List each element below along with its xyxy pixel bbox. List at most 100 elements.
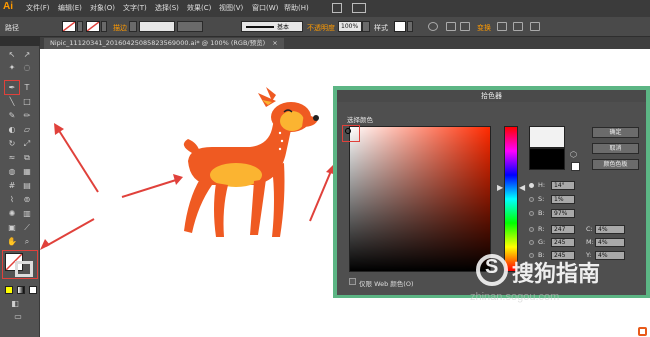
opacity-label[interactable]: 不透明度: [307, 23, 335, 33]
rectangle-tool-icon[interactable]: □: [22, 97, 32, 107]
transform-label[interactable]: 变换: [477, 23, 491, 33]
column-graph-tool-icon[interactable]: ▥: [22, 209, 32, 219]
screen-mode-icon[interactable]: ▭: [13, 312, 23, 322]
line-segment-tool-icon[interactable]: ╲: [7, 97, 17, 107]
pencil-tool-icon[interactable]: ✏: [22, 111, 32, 121]
direct-selection-tool-icon[interactable]: ↗: [22, 50, 32, 60]
menu-view[interactable]: 视图(V): [219, 3, 243, 13]
pen-tool-icon[interactable]: ✒: [7, 83, 17, 93]
stroke-color-box[interactable]: [15, 261, 33, 277]
variable-width-dropdown[interactable]: [177, 21, 203, 32]
hue-pointer-right-icon[interactable]: ▶: [519, 183, 525, 192]
scale-tool-icon[interactable]: ⤢: [22, 139, 32, 149]
toolbox-title-bar[interactable]: [0, 37, 40, 46]
isolate-icon[interactable]: [513, 22, 523, 31]
zoom-tool-icon[interactable]: ⌕: [22, 237, 32, 247]
h-radio[interactable]: [529, 183, 534, 188]
toolbox: ↖ ↗ ✦ ◌ ✒ T ╲ □ ✎ ✏ ◐ ▱ ↻ ⤢ ≈ ⧉ ◍ ▦ # ▤ …: [0, 37, 40, 337]
transform-options-icon[interactable]: [497, 22, 507, 31]
rotate-tool-icon[interactable]: ↻: [7, 139, 17, 149]
shape-builder-tool-icon[interactable]: ◍: [7, 167, 17, 177]
perspective-grid-tool-icon[interactable]: ▦: [22, 167, 32, 177]
slice-tool-icon[interactable]: ⟋: [22, 223, 32, 233]
r-field[interactable]: 247: [551, 225, 575, 234]
hand-tool-icon[interactable]: ✋: [7, 237, 17, 247]
none-mode-icon[interactable]: [29, 286, 37, 294]
b-label: B:: [538, 209, 545, 217]
color-mode-icon[interactable]: [5, 286, 13, 294]
menu-type[interactable]: 文字(T): [123, 3, 147, 13]
graphic-style-dropdown[interactable]: [407, 21, 413, 32]
saturation-brightness-field[interactable]: [349, 126, 491, 272]
free-transform-tool-icon[interactable]: ⧉: [22, 153, 32, 163]
type-tool-icon[interactable]: T: [22, 83, 32, 93]
bridge-icon[interactable]: [332, 3, 342, 13]
selection-tool-icon[interactable]: ↖: [7, 50, 17, 60]
blob-brush-tool-icon[interactable]: ◐: [7, 125, 17, 135]
app-logo: Ai: [3, 1, 13, 12]
panel-menu-icon[interactable]: [530, 22, 540, 31]
eyedropper-tool-icon[interactable]: ⌇: [7, 195, 17, 205]
menu-window[interactable]: 窗口(W): [252, 3, 278, 13]
symbol-sprayer-tool-icon[interactable]: ✺: [7, 209, 17, 219]
opacity-dropdown[interactable]: [362, 21, 370, 32]
cancel-button[interactable]: 取消: [592, 143, 639, 154]
web-colors-only-checkbox[interactable]: [349, 278, 356, 285]
new-color-swatch: [529, 126, 565, 148]
c-field[interactable]: 4%: [595, 225, 625, 234]
width-tool-icon[interactable]: ≈: [7, 153, 17, 163]
stroke-swatch[interactable]: [86, 21, 100, 32]
document-tab-title: Nipic_11120341_20160425085823569000.ai* …: [50, 39, 266, 47]
recolor-icon[interactable]: [428, 22, 438, 31]
stroke-weight-field[interactable]: [139, 21, 175, 32]
web-safe-cube-icon[interactable]: ⬡: [570, 150, 577, 159]
menu-object[interactable]: 对象(O): [90, 3, 115, 13]
lasso-tool-icon[interactable]: ◌: [22, 63, 32, 73]
align-icon[interactable]: [446, 22, 456, 31]
color-swatches-button[interactable]: 颜色色板: [592, 159, 639, 170]
ok-button[interactable]: 确定: [592, 127, 639, 138]
gradient-tool-icon[interactable]: ▤: [22, 181, 32, 191]
eraser-tool-icon[interactable]: ▱: [22, 125, 32, 135]
menu-select[interactable]: 选择(S): [155, 3, 179, 13]
menu-file[interactable]: 文件(F): [26, 3, 50, 13]
deer-illustration[interactable]: [183, 87, 319, 237]
opacity-field[interactable]: 100%: [338, 21, 362, 32]
artboard-tool-icon[interactable]: ▣: [7, 223, 17, 233]
s-field[interactable]: 1%: [551, 195, 575, 204]
fill-dropdown[interactable]: [77, 21, 83, 32]
close-tab-icon[interactable]: ×: [272, 39, 277, 47]
arrange-documents-icon[interactable]: [352, 3, 366, 13]
web-safe-color-square[interactable]: [571, 162, 580, 171]
stroke-label[interactable]: 描边: [113, 23, 127, 33]
magic-wand-tool-icon[interactable]: ✦: [7, 63, 17, 73]
b-radio[interactable]: [529, 211, 534, 216]
menu-edit[interactable]: 编辑(E): [58, 3, 82, 13]
g-field[interactable]: 245: [551, 238, 575, 247]
hue-pointer-left-icon[interactable]: ▶: [497, 183, 503, 192]
distribute-icon[interactable]: [460, 22, 470, 31]
m-field[interactable]: 4%: [595, 238, 625, 247]
h-field[interactable]: 14°: [551, 181, 575, 190]
stroke-dropdown[interactable]: [101, 21, 107, 32]
fill-swatch[interactable]: [62, 21, 76, 32]
brush-definition-dropdown[interactable]: 基本: [241, 21, 303, 32]
document-tab[interactable]: Nipic_11120341_20160425085823569000.ai* …: [44, 38, 284, 49]
paintbrush-tool-icon[interactable]: ✎: [7, 111, 17, 121]
r-radio[interactable]: [529, 227, 534, 232]
stroke-weight-stepper[interactable]: [129, 21, 137, 32]
original-color-swatch[interactable]: [529, 148, 565, 170]
menu-effect[interactable]: 效果(C): [187, 3, 211, 13]
b-field[interactable]: 97%: [551, 209, 575, 218]
s-radio[interactable]: [529, 197, 534, 202]
blend-tool-icon[interactable]: ⊚: [22, 195, 32, 205]
menu-help[interactable]: 帮助(H): [284, 3, 309, 13]
mesh-tool-icon[interactable]: #: [7, 181, 17, 191]
graphic-style-swatch[interactable]: [394, 21, 406, 32]
drawing-mode-icon[interactable]: ◧: [10, 299, 20, 309]
illustrator-window: Ai 文件(F) 编辑(E) 对象(O) 文字(T) 选择(S) 效果(C) 视…: [0, 0, 650, 337]
gradient-mode-icon[interactable]: [17, 286, 25, 294]
color-picker-cursor[interactable]: [345, 128, 351, 134]
g-radio[interactable]: [529, 240, 534, 245]
hue-slider[interactable]: [504, 126, 518, 272]
